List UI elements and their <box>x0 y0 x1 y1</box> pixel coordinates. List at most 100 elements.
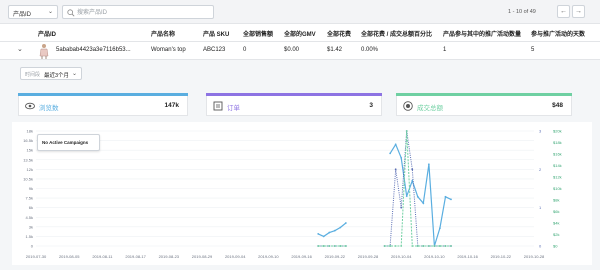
column-header-product-name[interactable]: 产品名称 <box>151 29 175 38</box>
series-point <box>328 231 331 234</box>
cell-product-id[interactable]: 5ababab4423a3e7116b53... <box>56 47 131 53</box>
series-point <box>416 245 419 247</box>
arrow-right-icon: → <box>575 8 582 15</box>
y-right-orders-tick-label: 3 <box>539 129 542 134</box>
date-range-select[interactable]: 时间段 最近3个月 ⌄ <box>20 67 82 80</box>
column-header-campaigns[interactable]: 产品参与其中的推广活动数量 <box>443 29 521 38</box>
series-point <box>411 168 414 171</box>
series-point <box>389 152 392 155</box>
metric-value-revenue: $48 <box>552 102 563 109</box>
search-box[interactable] <box>62 5 214 19</box>
metric-value-orders: 3 <box>369 102 373 109</box>
series-point <box>317 232 320 235</box>
series-point <box>427 245 430 247</box>
column-header-days[interactable]: 参与推广活动的天数 <box>531 29 585 38</box>
series-point <box>411 245 414 247</box>
y-left-tick-label: 7.5k <box>25 196 33 201</box>
metric-card-revenue[interactable]: 成交总额 $48 <box>396 93 572 116</box>
y-left-tick-label: 1.5k <box>25 234 33 239</box>
y-right-revenue-tick-label: $14k <box>553 163 562 168</box>
series-point <box>333 229 336 232</box>
series-point <box>439 245 441 247</box>
no-active-campaigns-tooltip: No Active Campaigns <box>37 134 100 151</box>
date-range-value: 最近3个月 <box>44 73 70 79</box>
x-tick-label: 2019-08-23 <box>159 254 180 259</box>
table-header: 产品ID 产品名称 产品 SKU 全部销售额 全部的GMV 全部花费 全部花费 … <box>0 24 600 42</box>
cell-sales: 0 <box>243 47 247 53</box>
series-point <box>317 245 320 247</box>
y-right-revenue-tick-label: $18k <box>553 140 562 145</box>
series-point <box>389 245 392 247</box>
search-input[interactable] <box>77 7 211 18</box>
series-point <box>322 245 325 247</box>
chevron-down-icon[interactable]: ⌄ <box>17 45 23 53</box>
toolbar: 产品ID ⌄ 1 - 10 of 49 ← → <box>0 0 600 24</box>
series-point <box>394 143 397 146</box>
x-tick-label: 2019-08-05 <box>59 254 80 259</box>
metric-card-views[interactable]: 浏览数 147k <box>18 93 188 116</box>
y-left-tick-label: 13.5k <box>23 157 33 162</box>
series-point <box>444 195 447 198</box>
chevron-down-icon: ⌄ <box>47 9 53 15</box>
next-page-button[interactable]: → <box>572 5 585 18</box>
series-point <box>322 235 325 238</box>
x-tick-label: 2019-10-16 <box>457 254 478 259</box>
y-right-revenue-tick-label: $16k <box>553 152 562 157</box>
y-right-orders-tick-label: 2 <box>539 167 542 172</box>
x-tick-label: 2019-10-04 <box>391 254 412 259</box>
y-right-revenue-tick-label: $0 <box>553 244 558 249</box>
y-left-tick-label: 15k <box>27 148 33 153</box>
column-header-sales[interactable]: 全部销售额 <box>243 29 273 38</box>
filter-field-value: 产品ID <box>13 12 32 18</box>
series-point <box>400 245 403 247</box>
series-point <box>422 245 425 247</box>
y-left-tick-label: 4.5k <box>25 215 33 220</box>
series-point <box>405 195 408 198</box>
cell-days: 5 <box>531 47 535 53</box>
column-header-product-id[interactable]: 产品ID <box>38 29 56 38</box>
prev-page-button[interactable]: ← <box>557 5 570 18</box>
series-point <box>439 227 441 230</box>
filter-field-select[interactable]: 产品ID ⌄ <box>8 5 58 19</box>
cell-campaigns: 1 <box>443 47 447 53</box>
series-point <box>394 168 397 171</box>
arrow-left-icon: ← <box>560 8 567 15</box>
cell-spend: $1.42 <box>327 47 343 53</box>
metric-label-revenue: 成交总额 <box>417 105 443 112</box>
metric-label-orders: 订单 <box>227 105 240 112</box>
column-header-spend-pct[interactable]: 全部花费 / 成交总额百分比 <box>361 29 432 38</box>
y-right-orders-tick-label: 0 <box>539 244 542 249</box>
x-tick-label: 2019-08-11 <box>92 254 113 259</box>
search-icon <box>67 9 75 17</box>
y-left-tick-label: 0 <box>31 244 34 249</box>
x-tick-label: 2019-07-30 <box>26 254 47 259</box>
y-right-revenue-tick-label: $2k <box>553 232 559 237</box>
x-tick-label: 2019-09-22 <box>325 254 346 259</box>
metric-card-orders[interactable]: 订单 3 <box>206 93 382 116</box>
x-tick-label: 2019-10-10 <box>424 254 445 259</box>
y-right-revenue-tick-label: $10k <box>553 186 562 191</box>
x-tick-label: 2019-09-16 <box>291 254 312 259</box>
chevron-down-icon: ⌄ <box>71 71 77 77</box>
x-tick-label: 2019-09-04 <box>225 254 246 259</box>
x-tick-label: 2019-08-17 <box>125 254 146 259</box>
y-right-orders-tick-label: 1 <box>539 205 542 210</box>
series-line <box>317 222 347 238</box>
series-point <box>416 195 419 198</box>
table-row[interactable]: ⌄ 5ababab4423a3e7116b53... Woman's top A… <box>0 42 600 60</box>
series-point <box>400 206 403 209</box>
series-point <box>444 245 447 247</box>
series-point <box>333 245 336 247</box>
column-header-spend[interactable]: 全部花费 <box>327 29 351 38</box>
metric-label-views: 浏览数 <box>39 105 59 112</box>
performance-chart: 0 1.5k 3k 4.5k 6k 7.5k 9k 10.5k 12k 13.5k 15k 16.5k… <box>12 122 592 265</box>
column-header-sku[interactable]: 产品 SKU <box>203 29 229 38</box>
column-header-gmv[interactable]: 全部的GMV <box>284 29 316 38</box>
series-point <box>344 222 347 224</box>
y-left-tick-label: 18k <box>27 129 33 134</box>
series-point <box>450 198 452 201</box>
y-left-tick-label: 12k <box>27 167 33 172</box>
series-point <box>339 226 342 229</box>
pagination-info: 1 - 10 of 49 <box>508 9 536 15</box>
card-accent-bar <box>396 93 572 96</box>
